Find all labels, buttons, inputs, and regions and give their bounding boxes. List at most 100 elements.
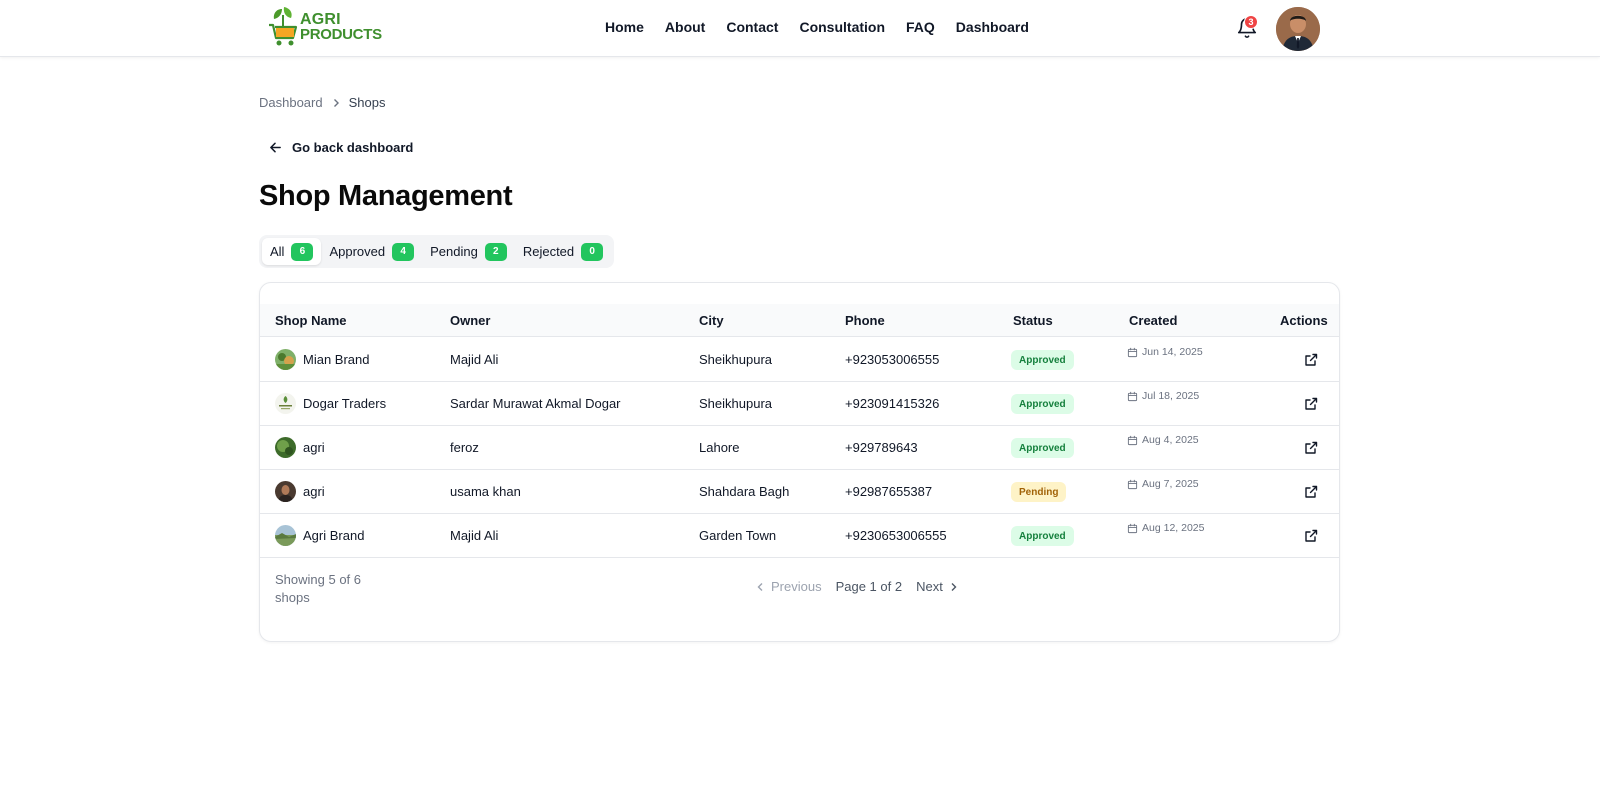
nav-faq[interactable]: FAQ <box>906 19 935 35</box>
calendar-icon <box>1127 523 1138 533</box>
page-indicator: Page 1 of 2 <box>835 579 903 594</box>
owner-cell: Majid Ali <box>450 352 499 367</box>
open-shop-icon[interactable] <box>1303 528 1319 544</box>
nav-dashboard[interactable]: Dashboard <box>956 19 1029 35</box>
tab-count-badge: 6 <box>291 242 314 261</box>
status-badge: Approved <box>1011 526 1074 546</box>
user-avatar[interactable] <box>1276 7 1320 51</box>
header-status: Status <box>1013 313 1053 328</box>
calendar-icon <box>1127 435 1138 445</box>
city-cell: Sheikhupura <box>699 352 772 367</box>
created-date: Jul 18, 2025 <box>1142 390 1200 402</box>
brand-logo[interactable]: AGRI PRODUCTS <box>266 5 382 49</box>
status-badge: Approved <box>1011 438 1074 458</box>
breadcrumb-dashboard[interactable]: Dashboard <box>259 95 323 110</box>
shops-table-card: Shop Name Owner City Phone Status Create… <box>259 282 1340 642</box>
phone-cell: +923091415326 <box>845 396 940 411</box>
owner-cell: feroz <box>450 440 479 455</box>
nav-consultation[interactable]: Consultation <box>799 19 885 35</box>
open-shop-icon[interactable] <box>1303 484 1319 500</box>
shop-name-cell: agri <box>275 481 325 502</box>
header-actions: Actions <box>1280 313 1328 328</box>
nav-about[interactable]: About <box>665 19 705 35</box>
chevron-right-icon <box>951 582 957 591</box>
header-phone: Phone <box>845 313 885 328</box>
phone-cell: +92987655387 <box>845 484 933 499</box>
status-tabs: All 6 Approved 4 Pending 2 Rejected 0 <box>259 235 615 268</box>
table-row: Dogar Traders Sardar Murawat Akmal Dogar… <box>260 382 1339 426</box>
tab-label: All <box>270 244 285 259</box>
status-badge: Approved <box>1011 394 1074 414</box>
chevron-left-icon <box>757 582 763 591</box>
chevron-right-icon <box>333 98 339 107</box>
breadcrumb: Dashboard Shops <box>259 95 385 110</box>
tab-approved[interactable]: Approved 4 <box>321 238 422 265</box>
tab-count-badge: 0 <box>581 242 604 261</box>
shop-name-cell: Agri Brand <box>275 525 364 546</box>
shop-avatar <box>275 349 296 370</box>
city-cell: Lahore <box>699 440 740 455</box>
header-created: Created <box>1129 313 1178 328</box>
table-row: Agri Brand Majid Ali Garden Town +923065… <box>260 514 1339 558</box>
tab-rejected[interactable]: Rejected 0 <box>515 238 611 265</box>
nav-home[interactable]: Home <box>605 19 644 35</box>
shop-name-cell: Mian Brand <box>275 349 369 370</box>
shop-name: agri <box>303 440 325 455</box>
created-cell: Aug 7, 2025 <box>1127 478 1199 490</box>
phone-cell: +929789643 <box>845 440 918 455</box>
status-badge: Approved <box>1011 350 1074 370</box>
pagination: Previous Page 1 of 2 Next <box>756 579 958 594</box>
nav-contact[interactable]: Contact <box>726 19 778 35</box>
header-owner: Owner <box>450 313 491 328</box>
showing-count: Showing 5 of 6 shops <box>275 572 362 605</box>
top-navbar: AGRI PRODUCTS Home About Contact Consult… <box>0 0 1600 57</box>
created-cell: Jul 18, 2025 <box>1127 390 1199 402</box>
table-row: Mian Brand Majid Ali Sheikhupura +923053… <box>260 338 1339 382</box>
open-shop-icon[interactable] <box>1303 440 1319 456</box>
created-cell: Jun 14, 2025 <box>1127 346 1203 358</box>
city-cell: Garden Town <box>699 528 777 543</box>
table-row: agri usama khan Shahdara Bagh +929876553… <box>260 470 1339 514</box>
table-row: agri feroz Lahore +929789643 Approved Au… <box>260 426 1339 470</box>
owner-cell: Sardar Murawat Akmal Dogar <box>450 396 621 411</box>
tab-label: Pending <box>430 244 478 259</box>
shop-name-cell: agri <box>275 437 325 458</box>
calendar-icon <box>1127 347 1138 357</box>
shop-avatar <box>275 481 296 502</box>
tab-label: Approved <box>329 244 386 259</box>
calendar-icon <box>1127 479 1138 489</box>
shop-avatar <box>275 393 296 414</box>
tab-label: Rejected <box>522 244 575 259</box>
open-shop-icon[interactable] <box>1303 352 1319 368</box>
go-back-button[interactable]: Go back dashboard <box>259 132 423 162</box>
shop-avatar <box>275 437 296 458</box>
calendar-icon <box>1127 391 1138 401</box>
created-date: Jun 14, 2025 <box>1142 346 1203 358</box>
tab-all[interactable]: All 6 <box>262 238 322 265</box>
nav-links: Home About Contact Consultation FAQ Dash… <box>605 19 1050 35</box>
phone-cell: +923053006555 <box>845 352 940 367</box>
owner-cell: Majid Ali <box>450 528 499 543</box>
shop-avatar <box>275 525 296 546</box>
created-date: Aug 7, 2025 <box>1142 478 1199 490</box>
owner-cell: usama khan <box>450 484 521 499</box>
tab-count-badge: 2 <box>484 242 507 261</box>
previous-label: Previous <box>771 579 822 594</box>
previous-page-button[interactable]: Previous <box>756 579 822 594</box>
shop-name: Agri Brand <box>303 528 365 543</box>
created-cell: Aug 4, 2025 <box>1127 434 1199 446</box>
brand-wordmark: AGRI PRODUCTS <box>300 12 382 43</box>
city-cell: Sheikhupura <box>699 396 772 411</box>
arrow-left-icon <box>270 142 281 152</box>
city-cell: Shahdara Bagh <box>699 484 790 499</box>
tab-pending[interactable]: Pending 2 <box>422 238 515 265</box>
shop-name: Mian Brand <box>303 352 370 367</box>
next-page-button[interactable]: Next <box>916 579 958 594</box>
tab-count-badge: 4 <box>392 242 415 261</box>
created-date: Aug 12, 2025 <box>1142 522 1205 534</box>
created-date: Aug 4, 2025 <box>1142 434 1199 446</box>
breadcrumb-shops: Shops <box>348 95 386 110</box>
created-cell: Aug 12, 2025 <box>1127 522 1204 534</box>
shop-name-cell: Dogar Traders <box>275 393 386 414</box>
open-shop-icon[interactable] <box>1303 396 1319 412</box>
